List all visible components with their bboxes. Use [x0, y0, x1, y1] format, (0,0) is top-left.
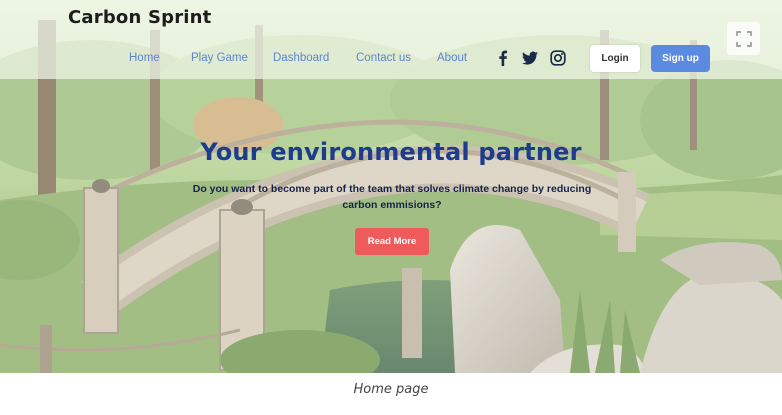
hero-title: Your environmental partner [200, 138, 582, 166]
read-more-button[interactable]: Read More [355, 228, 429, 255]
hero-subtitle: Do you want to become part of the team t… [180, 181, 604, 213]
twitter-icon[interactable] [522, 50, 538, 66]
navbar: Carbon Sprint Home Play Game Dashboard C… [0, 0, 782, 79]
nav-contact-link[interactable]: Contact us [356, 52, 411, 64]
fullscreen-button[interactable] [727, 22, 760, 55]
facebook-icon[interactable] [495, 50, 511, 66]
nav-about-link[interactable]: About [437, 52, 467, 64]
hero-subtitle-line: carbon emmisions? [342, 199, 442, 211]
site-logo-text[interactable]: Carbon Sprint [68, 7, 211, 28]
nav-play-game-link[interactable]: Play Game [191, 52, 248, 64]
nav-dashboard-link[interactable]: Dashboard [273, 52, 329, 64]
nav-home-link[interactable]: Home [129, 52, 160, 64]
login-button[interactable]: Login [590, 45, 640, 72]
hero-subtitle-line: Do you want to become part of the team t… [192, 183, 592, 195]
figure-caption: Home page [353, 382, 429, 397]
fullscreen-icon [735, 30, 752, 47]
screenshot-frame: Carbon Sprint Home Play Game Dashboard C… [0, 0, 782, 373]
signup-button[interactable]: Sign up [651, 45, 710, 72]
instagram-icon[interactable] [550, 50, 566, 66]
